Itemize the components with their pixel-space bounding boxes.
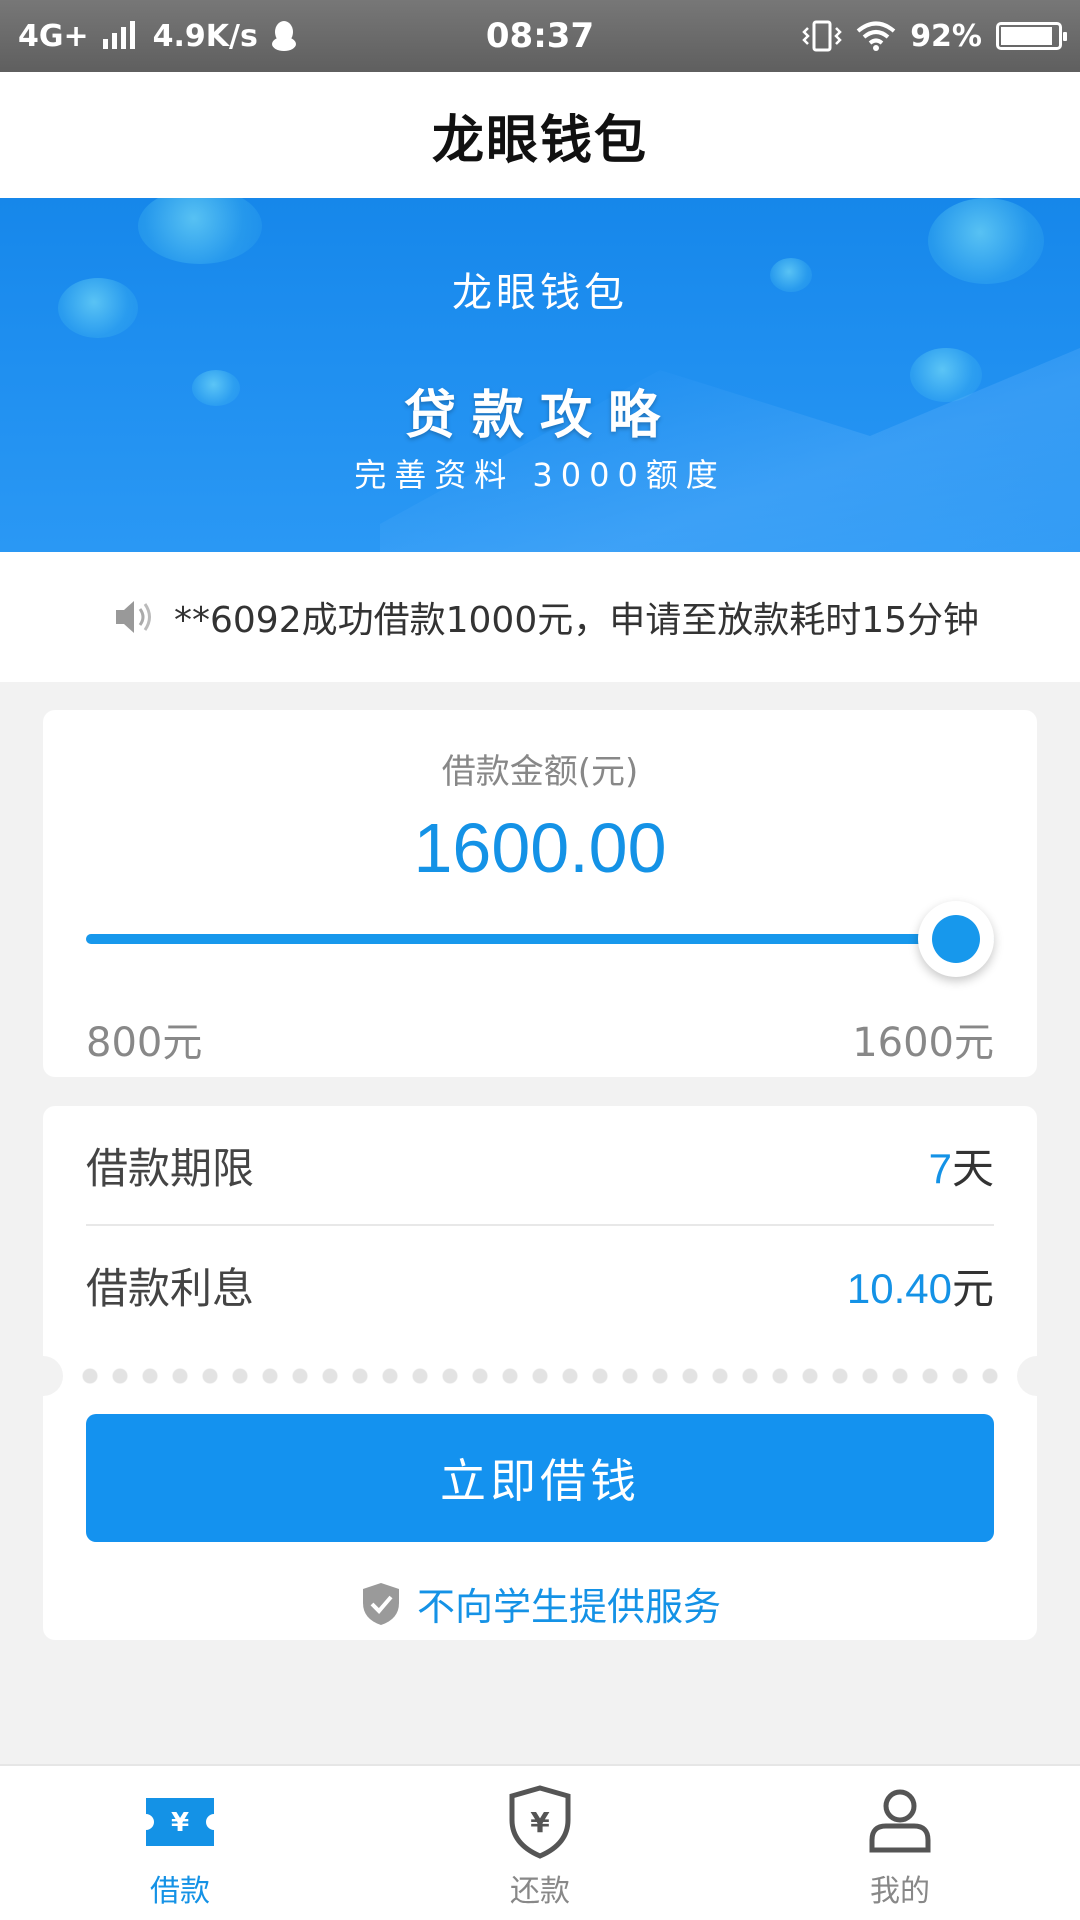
loan-interest-label: 借款利息 bbox=[86, 1263, 255, 1313]
student-notice: 不向学生提供服务 bbox=[43, 1576, 1037, 1631]
vibrate-icon bbox=[802, 20, 842, 52]
slider-fill bbox=[86, 934, 994, 944]
loan-interest-row: 借款利息 10.40元 bbox=[86, 1226, 994, 1344]
banner-bubble bbox=[138, 198, 262, 264]
ticket-perforation bbox=[43, 1356, 1037, 1396]
speaker-icon bbox=[116, 601, 151, 633]
loan-term-row[interactable]: 借款期限 7天 bbox=[86, 1106, 994, 1226]
borrow-now-button[interactable]: 立即借钱 bbox=[86, 1414, 994, 1542]
amount-slider[interactable] bbox=[86, 901, 994, 977]
nav-label-borrow: 借款 bbox=[150, 1874, 210, 1909]
status-right: 92% bbox=[802, 18, 1067, 54]
banner-brand: 龙眼钱包 bbox=[452, 270, 628, 316]
nav-label-mine: 我的 bbox=[870, 1874, 930, 1909]
banner-subtitle: 完善资料 3000额度 bbox=[354, 456, 726, 494]
banner-headline: 贷款攻略 bbox=[403, 386, 676, 446]
status-left: 4G+ 4.9K/s bbox=[18, 19, 298, 54]
svg-text:¥: ¥ bbox=[171, 1808, 189, 1838]
shield-yen-icon: ¥ bbox=[509, 1785, 571, 1859]
ticket-notch-left bbox=[43, 1356, 63, 1396]
loan-interest-value: 10.40元 bbox=[847, 1255, 994, 1316]
amount-label: 借款金额(元) bbox=[441, 752, 639, 792]
nav-tab-repay[interactable]: ¥ 还款 bbox=[360, 1766, 720, 1920]
svg-text:¥: ¥ bbox=[530, 1806, 550, 1839]
bottom-nav: ¥ 借款 ¥ 还款 我的 bbox=[0, 1764, 1080, 1920]
qq-icon bbox=[271, 21, 296, 51]
person-icon bbox=[869, 1789, 931, 1853]
nav-tab-borrow[interactable]: ¥ 借款 bbox=[0, 1766, 360, 1920]
loan-term-unit: 天 bbox=[951, 1143, 994, 1193]
slider-min-label: 800元 bbox=[86, 1020, 203, 1066]
slider-thumb[interactable] bbox=[918, 901, 994, 977]
loan-term-number: 7 bbox=[928, 1144, 952, 1192]
title-bar: 龙眼钱包 bbox=[0, 72, 1080, 198]
amount-value: 1600.00 bbox=[413, 809, 667, 887]
loan-interest-unit: 元 bbox=[951, 1263, 994, 1313]
notice-text: **6092成功借款1000元，申请至放款耗时15分钟 bbox=[174, 600, 980, 641]
loan-interest-number: 10.40 bbox=[846, 1264, 952, 1312]
network-type: 4G+ bbox=[18, 18, 89, 54]
battery-icon bbox=[996, 22, 1067, 50]
signal-icon bbox=[102, 21, 135, 49]
battery-percent: 92% bbox=[910, 18, 982, 54]
network-speed: 4.9K/s bbox=[152, 18, 258, 54]
nav-tab-mine[interactable]: 我的 bbox=[720, 1766, 1080, 1920]
wifi-icon bbox=[856, 21, 896, 51]
page-title: 龙眼钱包 bbox=[431, 110, 648, 171]
loan-term-label: 借款期限 bbox=[86, 1143, 255, 1193]
loan-term-value: 7天 bbox=[929, 1135, 994, 1196]
nav-label-repay: 还款 bbox=[510, 1874, 570, 1909]
perforation-dots bbox=[73, 1368, 1007, 1384]
battery-fill bbox=[1001, 27, 1053, 45]
amount-card: 借款金额(元) 1600.00 800元 1600元 bbox=[43, 710, 1037, 1077]
student-notice-text: 不向学生提供服务 bbox=[416, 1585, 721, 1629]
status-bar: 4G+ 4.9K/s 08:37 92% bbox=[0, 0, 1080, 72]
loan-notice: **6092成功借款1000元，申请至放款耗时15分钟 bbox=[0, 552, 1080, 682]
slider-max-label: 1600元 bbox=[852, 1020, 994, 1066]
ticket-yen-icon: ¥ bbox=[146, 1798, 214, 1846]
promo-banner[interactable]: 龙眼钱包 贷款攻略 完善资料 3000额度 bbox=[0, 198, 1080, 552]
ticket-notch-right bbox=[1017, 1356, 1037, 1396]
loan-detail-card: 借款期限 7天 借款利息 10.40元 立即借钱 不向学生提供服务 bbox=[43, 1106, 1037, 1640]
shield-check-icon bbox=[362, 1582, 399, 1625]
